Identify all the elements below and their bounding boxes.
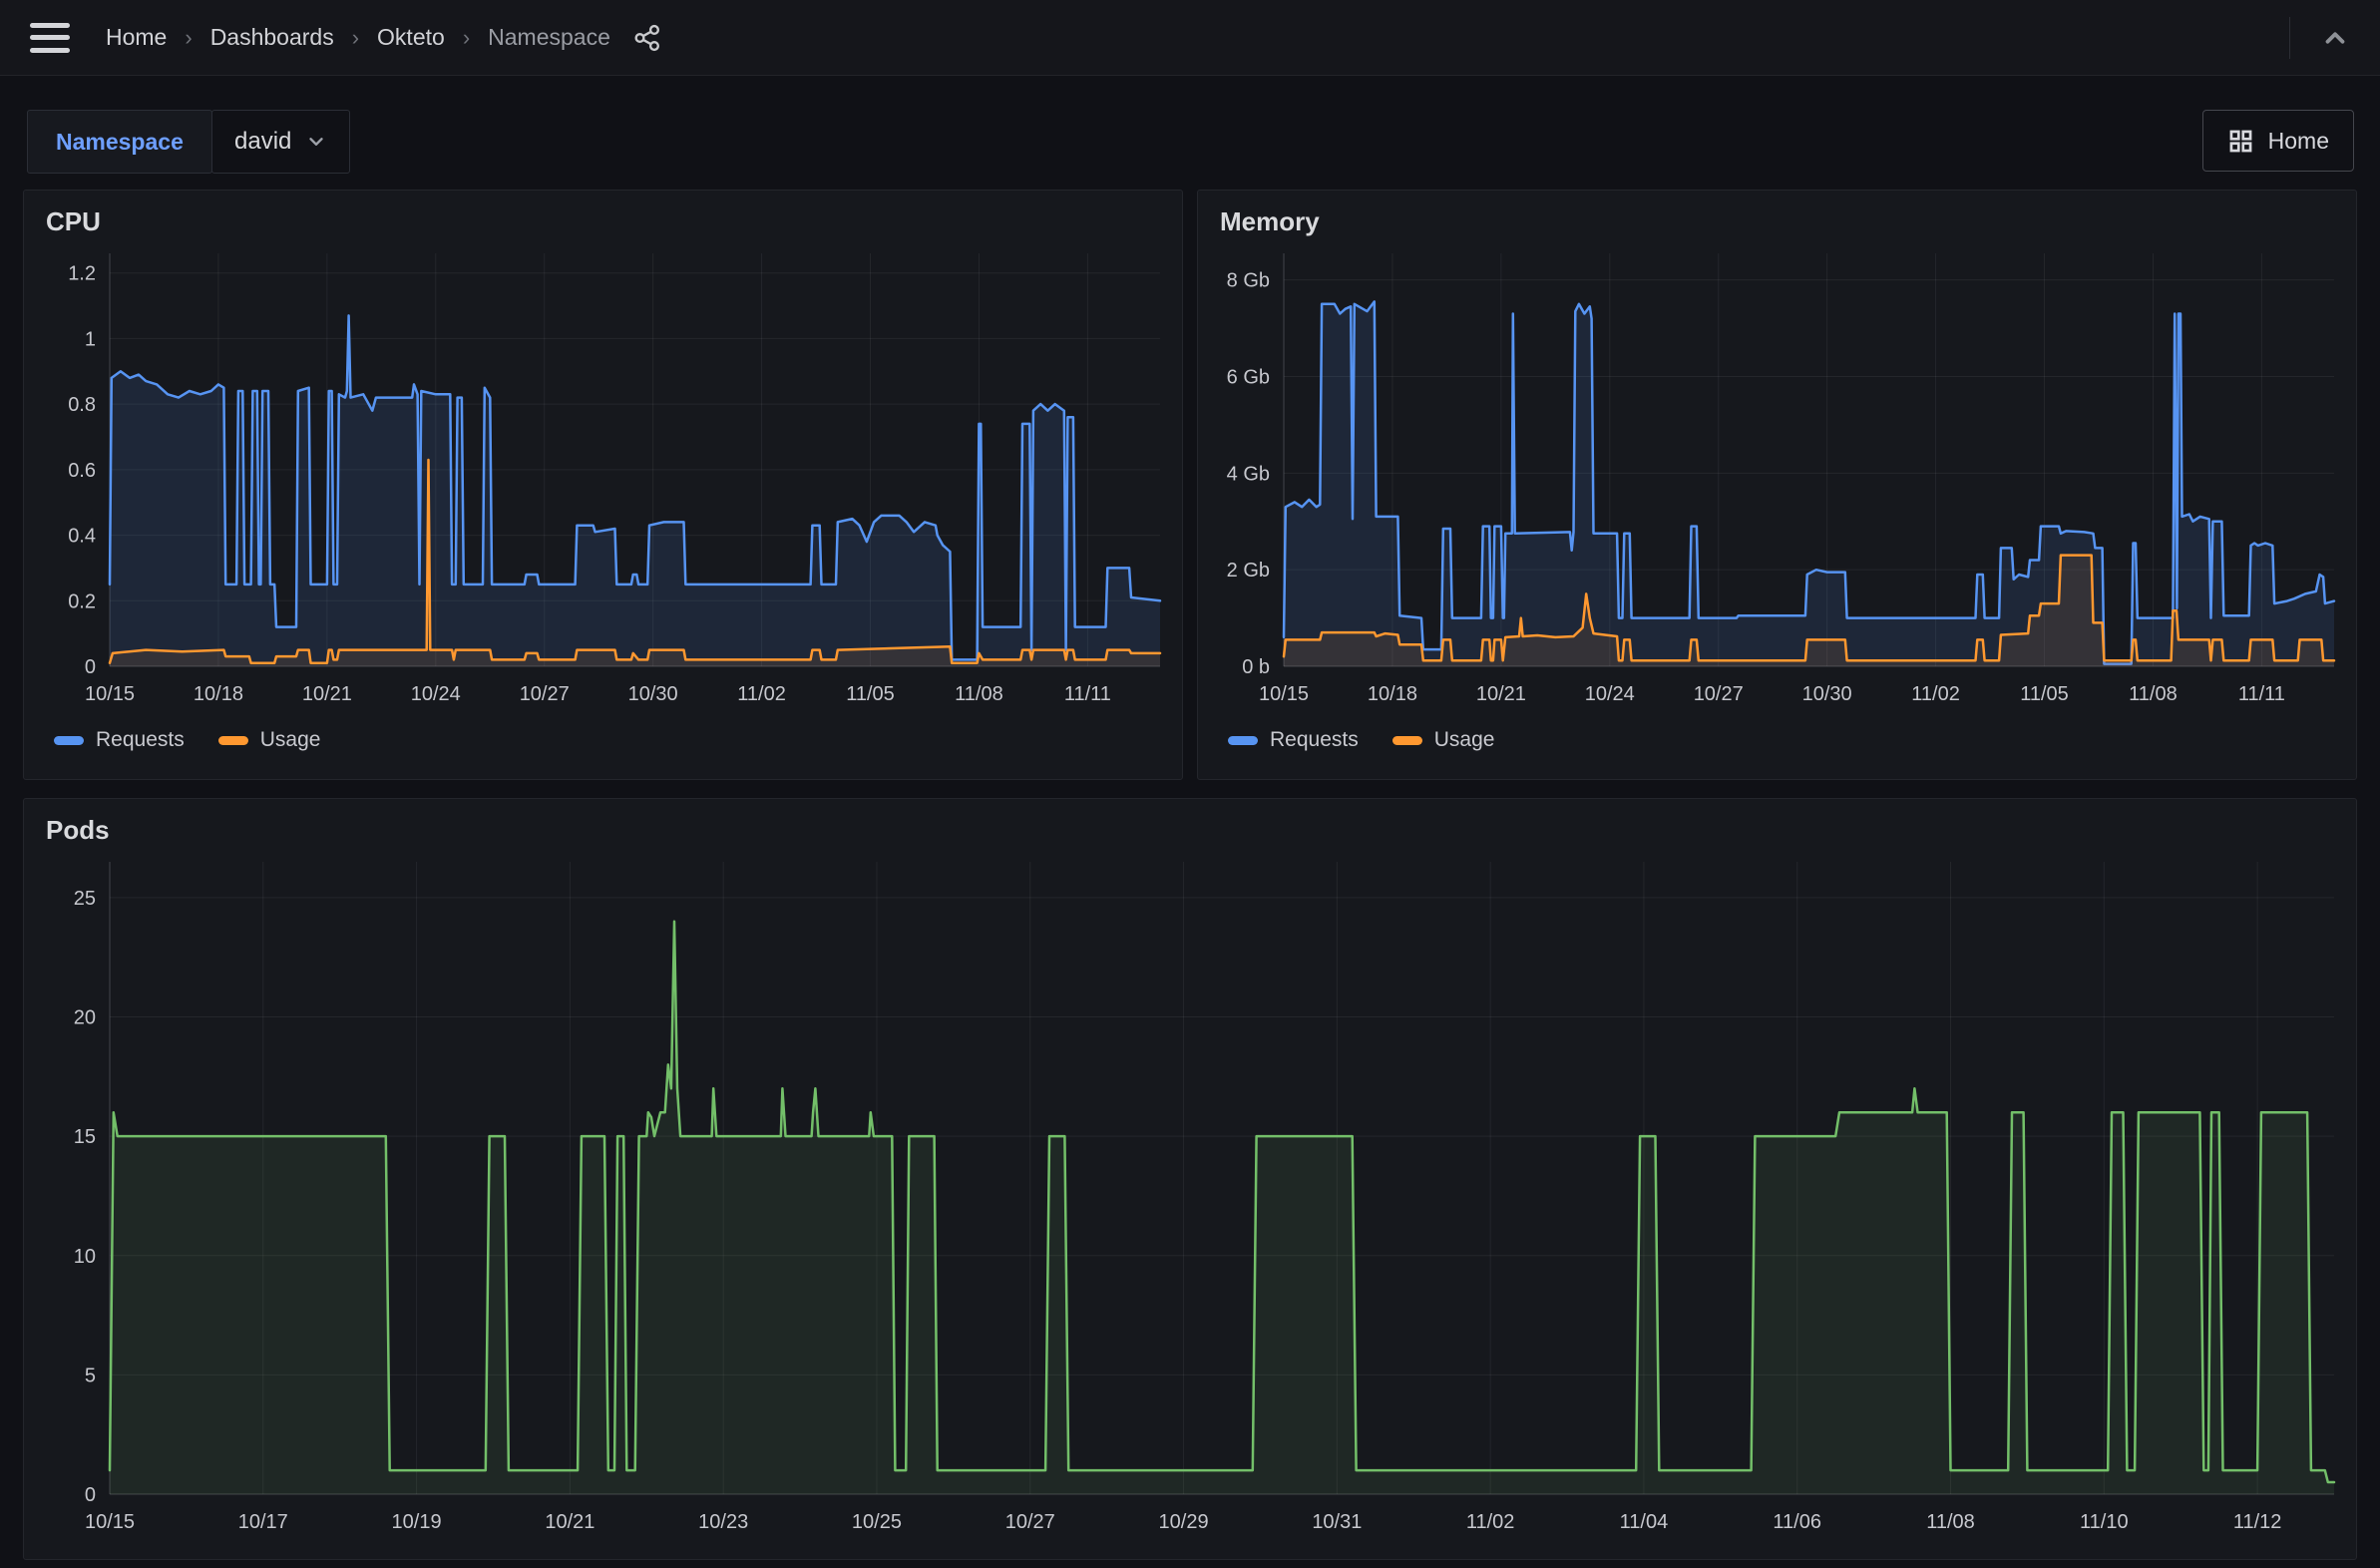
- legend-item-usage[interactable]: Usage: [1392, 728, 1495, 752]
- svg-text:11/04: 11/04: [1620, 1511, 1669, 1533]
- legend-label-requests: Requests: [96, 728, 185, 752]
- memory-legend: Requests Usage: [1198, 724, 2356, 752]
- cpu-panel-title[interactable]: CPU: [24, 191, 1182, 239]
- svg-text:11/06: 11/06: [1773, 1511, 1821, 1533]
- legend-item-requests[interactable]: Requests: [1228, 728, 1359, 752]
- svg-text:10/18: 10/18: [1368, 683, 1417, 705]
- svg-text:0.6: 0.6: [68, 460, 96, 482]
- breadcrumb-namespace-current: Namespace: [488, 24, 610, 51]
- pods-panel-title[interactable]: Pods: [24, 799, 2356, 848]
- svg-text:11/10: 11/10: [2080, 1511, 2129, 1533]
- svg-text:11/08: 11/08: [2129, 683, 2178, 705]
- pods-chart[interactable]: 10/15 10/17 10/19 10/21 10/23 10/25 10/27 10/29…: [34, 848, 2348, 1552]
- svg-text:11/02: 11/02: [1466, 1511, 1515, 1533]
- svg-text:10/23: 10/23: [698, 1511, 748, 1533]
- cpu-legend: Requests Usage: [24, 724, 1182, 752]
- legend-label-usage: Usage: [260, 728, 321, 752]
- svg-text:2 Gb: 2 Gb: [1227, 560, 1270, 582]
- svg-text:10/27: 10/27: [1005, 1511, 1055, 1533]
- chevron-down-icon: [305, 131, 327, 153]
- cpu-panel: CPU 10/1510/1810/2110/2410/2710/3011/021…: [23, 190, 1183, 780]
- chevron-up-icon[interactable]: [2320, 23, 2350, 53]
- breadcrumb-separator: ›: [463, 25, 470, 51]
- breadcrumb-home[interactable]: Home: [106, 24, 167, 51]
- svg-text:20: 20: [74, 1007, 96, 1029]
- home-button-label: Home: [2268, 128, 2329, 155]
- legend-swatch-requests: [54, 736, 84, 745]
- dashboard-controls-row: Namespace david Home: [0, 76, 2380, 188]
- svg-text:11/11: 11/11: [1064, 683, 1111, 705]
- top-navigation-bar: Home › Dashboards › Okteto › Namespace: [0, 0, 2380, 76]
- svg-text:10/30: 10/30: [1802, 683, 1852, 705]
- svg-text:10/24: 10/24: [411, 683, 461, 705]
- legend-swatch-usage: [218, 736, 248, 745]
- svg-text:0: 0: [85, 656, 96, 678]
- svg-text:10/21: 10/21: [1476, 683, 1526, 705]
- svg-text:10/19: 10/19: [392, 1511, 442, 1533]
- svg-text:25: 25: [74, 888, 96, 910]
- svg-text:10/15: 10/15: [1259, 683, 1309, 705]
- hamburger-menu-icon[interactable]: [30, 23, 70, 53]
- svg-text:11/05: 11/05: [2020, 683, 2069, 705]
- svg-text:10/17: 10/17: [238, 1511, 288, 1533]
- svg-text:10: 10: [74, 1246, 96, 1268]
- breadcrumb-separator: ›: [185, 25, 192, 51]
- svg-text:15: 15: [74, 1126, 96, 1148]
- svg-text:1.2: 1.2: [68, 263, 96, 285]
- svg-text:11/02: 11/02: [737, 683, 786, 705]
- svg-text:0.8: 0.8: [68, 394, 96, 416]
- svg-text:10/25: 10/25: [852, 1511, 902, 1533]
- share-icon[interactable]: [632, 23, 662, 53]
- svg-text:10/27: 10/27: [1694, 683, 1744, 705]
- svg-text:10/31: 10/31: [1312, 1511, 1362, 1533]
- namespace-variable-label: Namespace: [27, 110, 212, 174]
- cpu-chart[interactable]: 10/15 10/18 10/21 10/24 10/27 10/30 11/02 11/05…: [34, 239, 1174, 724]
- svg-text:10/29: 10/29: [1159, 1511, 1209, 1533]
- svg-text:11/05: 11/05: [846, 683, 895, 705]
- svg-text:11/08: 11/08: [955, 683, 1003, 705]
- svg-text:6 Gb: 6 Gb: [1227, 366, 1270, 388]
- legend-item-requests[interactable]: Requests: [54, 728, 185, 752]
- svg-text:10/15: 10/15: [85, 1511, 135, 1533]
- svg-text:4 Gb: 4 Gb: [1227, 463, 1270, 485]
- svg-text:10/18: 10/18: [194, 683, 243, 705]
- breadcrumb-dashboards[interactable]: Dashboards: [210, 24, 334, 51]
- svg-text:8 Gb: 8 Gb: [1227, 270, 1270, 292]
- breadcrumb-okteto[interactable]: Okteto: [377, 24, 445, 51]
- svg-text:11/02: 11/02: [1911, 683, 1960, 705]
- svg-text:0.2: 0.2: [68, 590, 96, 612]
- legend-swatch-requests: [1228, 736, 1258, 745]
- namespace-variable-select[interactable]: david: [211, 110, 350, 174]
- svg-text:11/11: 11/11: [2238, 683, 2285, 705]
- svg-text:10/27: 10/27: [520, 683, 570, 705]
- svg-text:5: 5: [85, 1365, 96, 1386]
- topbar-right-controls: [2289, 17, 2350, 59]
- legend-swatch-usage: [1392, 736, 1422, 745]
- memory-panel-title[interactable]: Memory: [1198, 191, 2356, 239]
- home-button[interactable]: Home: [2202, 110, 2354, 172]
- legend-item-usage[interactable]: Usage: [218, 728, 321, 752]
- svg-text:0.4: 0.4: [68, 526, 96, 548]
- topbar-divider: [2289, 17, 2290, 59]
- pods-panel: Pods 10/15 10/17 10/19 10/21 10/23 10/25 10/27…: [23, 798, 2357, 1560]
- breadcrumb-separator: ›: [352, 25, 359, 51]
- memory-chart[interactable]: 10/15 10/18 10/21 10/24 10/27 10/30 11/02 11/05…: [1208, 239, 2348, 724]
- svg-text:1: 1: [85, 328, 96, 350]
- svg-text:10/15: 10/15: [85, 683, 135, 705]
- svg-text:11/08: 11/08: [1926, 1511, 1975, 1533]
- legend-label-usage: Usage: [1434, 728, 1495, 752]
- grid-icon: [2227, 128, 2254, 155]
- namespace-variable-value: david: [234, 128, 291, 156]
- svg-text:10/30: 10/30: [628, 683, 678, 705]
- svg-text:0 b: 0 b: [1242, 656, 1270, 678]
- svg-text:0: 0: [85, 1484, 96, 1506]
- memory-panel: Memory 10/15 10/18 10/21 10/24 10/27 10/30 11/…: [1197, 190, 2357, 780]
- legend-label-requests: Requests: [1270, 728, 1359, 752]
- svg-text:10/21: 10/21: [302, 683, 352, 705]
- svg-text:10/24: 10/24: [1585, 683, 1635, 705]
- breadcrumb: Home › Dashboards › Okteto › Namespace: [106, 24, 610, 51]
- svg-text:11/12: 11/12: [2233, 1511, 2282, 1533]
- svg-text:10/21: 10/21: [545, 1511, 595, 1533]
